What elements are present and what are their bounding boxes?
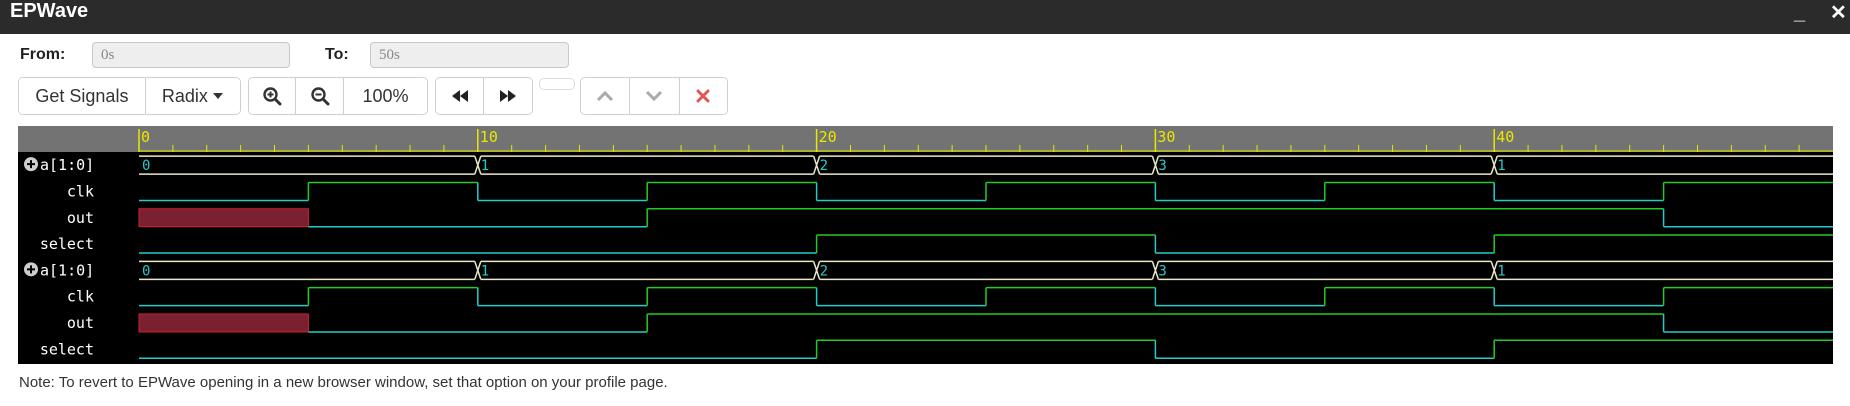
unknown-value xyxy=(138,208,309,228)
expand-plus-icon[interactable] xyxy=(24,157,38,172)
radix-label: Radix xyxy=(161,85,208,106)
close-button[interactable]: ✕ xyxy=(1830,2,1847,24)
close-icon xyxy=(696,89,710,103)
zoom-group: 100% xyxy=(248,77,428,115)
bus-value: 1 xyxy=(481,158,489,174)
app-title: EPWave xyxy=(10,0,89,22)
signal-name: a[1:0] xyxy=(40,156,94,174)
bus-value: 1 xyxy=(1497,263,1505,279)
caret-down-icon xyxy=(212,93,223,99)
from-input[interactable] xyxy=(92,42,290,68)
signal-name: a[1:0] xyxy=(40,261,94,279)
ruler-label: 20 xyxy=(819,128,837,146)
signals-group: Get Signals Radix xyxy=(18,77,241,115)
bus-value: 0 xyxy=(142,158,150,174)
navigate-group xyxy=(435,77,533,115)
from-label: From: xyxy=(20,46,66,63)
ruler-label: 40 xyxy=(1496,128,1514,146)
bus-value: 0 xyxy=(142,263,150,279)
chevron-down-icon xyxy=(646,90,663,102)
waveform-viewer[interactable]: 0 10 20 30 40 a[1:0]clkoutselecta[1:0]clkout… xyxy=(0,126,1850,364)
bus-value: 3 xyxy=(1158,263,1166,279)
to-label: To: xyxy=(325,46,349,63)
signal-name: clk xyxy=(67,288,94,306)
bus-value: 3 xyxy=(1158,158,1166,174)
zoom-out-button[interactable] xyxy=(296,78,344,114)
time-ruler xyxy=(18,126,1833,152)
blank-indicator xyxy=(539,78,575,90)
zoom-out-icon xyxy=(311,87,330,106)
signal-name: select xyxy=(40,340,94,358)
move-down-button[interactable] xyxy=(630,78,680,114)
ruler-label: 30 xyxy=(1157,128,1175,146)
title-bar: EPWave _ ✕ xyxy=(0,0,1850,34)
zoom-in-icon xyxy=(263,87,282,106)
to-input[interactable] xyxy=(370,42,569,68)
minimize-button[interactable]: _ xyxy=(1794,2,1805,24)
unknown-value xyxy=(138,313,309,333)
rewind-icon xyxy=(451,90,468,102)
bus-value: 2 xyxy=(820,158,828,174)
ruler-label: 10 xyxy=(480,128,498,146)
signal-name: out xyxy=(67,209,94,227)
signal-order-group xyxy=(580,77,728,115)
radix-dropdown[interactable]: Radix xyxy=(145,78,240,114)
zoom-level[interactable]: 100% xyxy=(343,78,427,114)
remove-signal-button[interactable] xyxy=(679,78,727,114)
ruler-label: 0 xyxy=(141,128,150,146)
signal-name: clk xyxy=(67,182,94,200)
bus-value: 1 xyxy=(481,263,489,279)
signal-name: out xyxy=(67,314,94,332)
previous-transition-button[interactable] xyxy=(436,78,485,114)
next-transition-button[interactable] xyxy=(484,78,532,114)
move-up-button[interactable] xyxy=(581,78,631,114)
fast-forward-icon xyxy=(500,90,516,102)
signal-name: select xyxy=(40,235,94,253)
profile-note: Note: To revert to EPWave opening in a n… xyxy=(19,374,668,391)
bus-value: 2 xyxy=(820,263,828,279)
bus-value: 1 xyxy=(1497,158,1505,174)
zoom-in-button[interactable] xyxy=(249,78,297,114)
expand-plus-icon[interactable] xyxy=(24,262,38,277)
chevron-up-icon xyxy=(597,90,614,102)
get-signals-button[interactable]: Get Signals xyxy=(19,78,146,114)
